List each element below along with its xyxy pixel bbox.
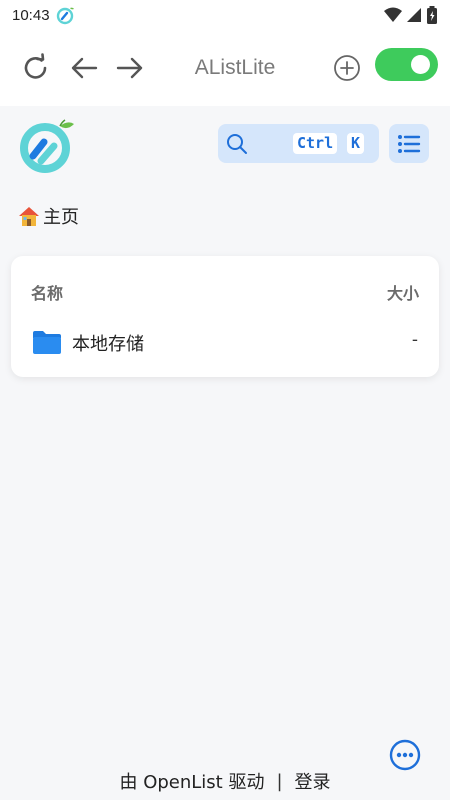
- list-icon: [398, 134, 421, 153]
- cell-signal-icon: [407, 8, 421, 22]
- status-bar: 10:43: [0, 0, 450, 30]
- reload-icon: [24, 53, 47, 79]
- file-size: -: [411, 330, 418, 350]
- shortcut-ctrl-key: Ctrl: [293, 133, 338, 154]
- file-name: 本地存储: [72, 334, 144, 355]
- breadcrumb-home-label: 主页: [43, 207, 79, 228]
- wifi-icon: [384, 7, 402, 22]
- back-button[interactable]: [66, 30, 102, 106]
- search-icon: [227, 133, 247, 154]
- app-toolbar: AListLite: [0, 30, 450, 106]
- plus-circle-icon: [334, 55, 360, 81]
- list-view-button[interactable]: [389, 124, 429, 163]
- toggle-knob: [411, 55, 430, 74]
- service-toggle[interactable]: [375, 48, 438, 81]
- arrow-left-icon: [71, 57, 98, 79]
- folder-icon: [33, 331, 61, 354]
- file-row[interactable]: 本地存储 -: [11, 318, 439, 364]
- forward-button[interactable]: [112, 30, 148, 106]
- footer: 由 OpenList 驱动 | 登录: [0, 767, 450, 795]
- arrow-right-icon: [116, 57, 143, 79]
- column-header-size[interactable]: 大小: [387, 280, 419, 304]
- house-icon: [19, 207, 39, 226]
- reload-button[interactable]: [18, 30, 54, 106]
- openlist-logo: [20, 119, 74, 173]
- add-button[interactable]: [332, 30, 362, 106]
- battery-icon: [427, 6, 437, 24]
- status-left: 10:43: [12, 5, 76, 25]
- column-header-name[interactable]: 名称: [31, 280, 63, 304]
- status-time: 10:43: [12, 6, 50, 24]
- login-link[interactable]: 登录: [295, 768, 331, 794]
- shortcut-k-key: K: [347, 133, 365, 154]
- file-list-card: 名称 大小 本地存储 -: [11, 256, 439, 377]
- app-notification-icon: [56, 7, 74, 25]
- status-right: [384, 6, 438, 24]
- search-box[interactable]: Ctrl K: [218, 124, 379, 163]
- breadcrumb-home[interactable]: 主页: [17, 203, 79, 229]
- footer-separator: |: [276, 770, 283, 792]
- powered-by-link[interactable]: 由 OpenList 驱动: [119, 768, 264, 794]
